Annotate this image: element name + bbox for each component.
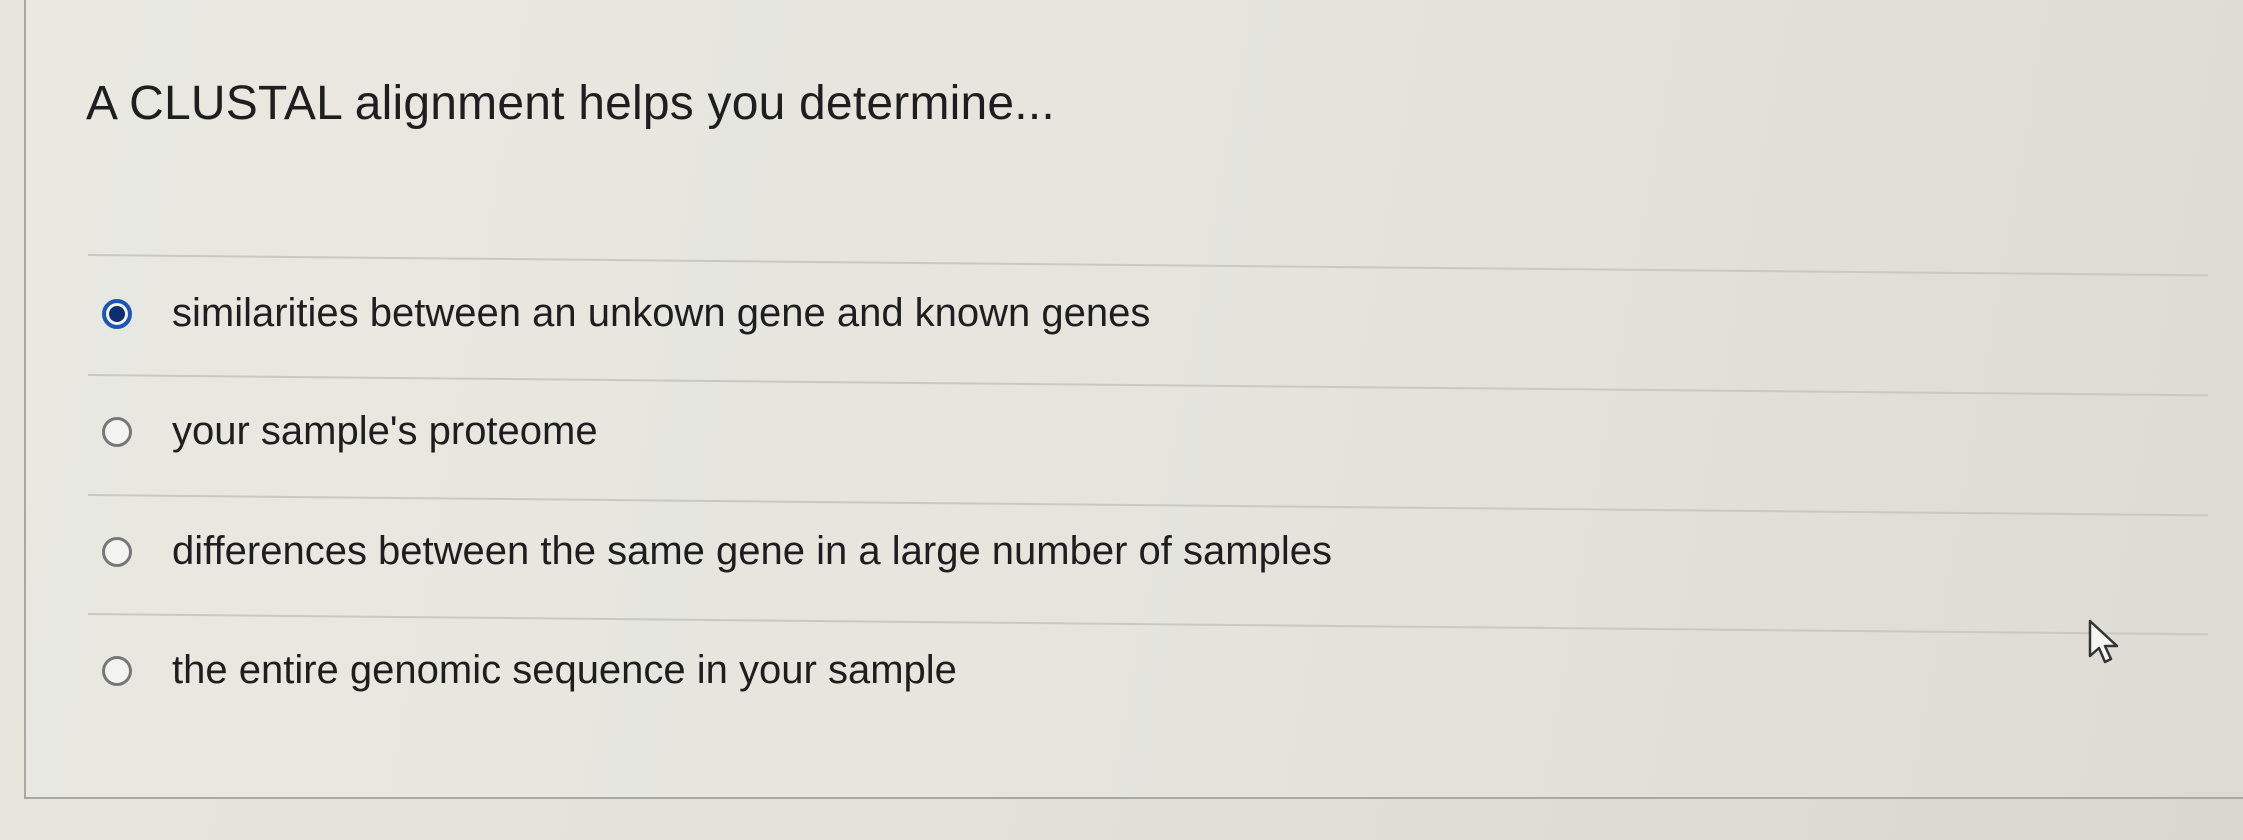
divider — [87, 494, 2208, 517]
answer-option-label: your sample's proteome — [172, 409, 598, 453]
answer-option-label: differences between the same gene in a l… — [172, 529, 1332, 573]
mouse-pointer-icon — [2088, 619, 2119, 664]
divider — [87, 374, 2208, 397]
answer-option-label: the entire genomic sequence in your samp… — [172, 648, 957, 692]
question-card: A CLUSTAL alignment helps you determine.… — [24, 0, 2243, 799]
radio-button[interactable] — [102, 655, 132, 686]
answer-option-4[interactable]: the entire genomic sequence in your samp… — [102, 648, 957, 693]
answer-option-label: similarities between an unkown gene and … — [172, 291, 1151, 335]
question-text: A CLUSTAL alignment helps you determine.… — [86, 77, 1055, 130]
answer-option-3[interactable]: differences between the same gene in a l… — [102, 529, 1332, 574]
answer-option-1[interactable]: similarities between an unkown gene and … — [102, 291, 1150, 336]
radio-button[interactable] — [102, 536, 132, 567]
page: A CLUSTAL alignment helps you determine.… — [0, 0, 2243, 840]
radio-button-selected[interactable] — [102, 298, 132, 329]
radio-button[interactable] — [102, 416, 132, 447]
answer-option-2[interactable]: your sample's proteome — [102, 409, 598, 454]
divider — [87, 613, 2208, 636]
divider — [87, 254, 2208, 277]
